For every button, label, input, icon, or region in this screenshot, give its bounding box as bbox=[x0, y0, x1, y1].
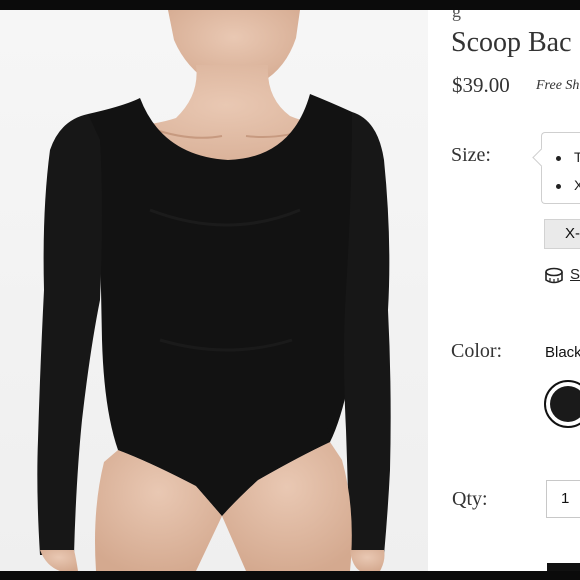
product-price: $39.00 bbox=[452, 73, 510, 97]
color-swatch-black[interactable] bbox=[544, 380, 580, 428]
tooltip-list-item: T bbox=[556, 149, 580, 165]
product-image[interactable] bbox=[0, 10, 428, 571]
free-shipping-note: Free Sh bbox=[536, 78, 580, 93]
product-details-panel: g Scoop Bac $39.00 Free Sh Size: T X X- … bbox=[428, 10, 580, 571]
size-option-selected[interactable]: X- bbox=[544, 219, 580, 249]
size-tooltip: T X bbox=[532, 132, 580, 204]
swatch-fill bbox=[550, 386, 580, 422]
top-frame-bar bbox=[0, 0, 580, 10]
selected-color-name: Black bbox=[545, 344, 580, 361]
add-to-bag-button[interactable] bbox=[547, 563, 580, 571]
size-guide-text[interactable]: S bbox=[570, 266, 580, 283]
quantity-label: Qty: bbox=[452, 488, 488, 510]
brand-name[interactable]: g bbox=[452, 10, 461, 22]
tooltip-list-item: X bbox=[556, 177, 580, 193]
bodysuit-model-photo bbox=[0, 10, 428, 571]
tape-measure-icon bbox=[545, 267, 563, 284]
color-label: Color: bbox=[451, 340, 503, 362]
product-title: Scoop Bac bbox=[451, 27, 572, 58]
tooltip-arrow-icon bbox=[532, 148, 551, 167]
size-label: Size: bbox=[451, 144, 491, 166]
bottom-frame-bar bbox=[0, 571, 580, 580]
quantity-input[interactable]: 1 bbox=[546, 480, 580, 518]
